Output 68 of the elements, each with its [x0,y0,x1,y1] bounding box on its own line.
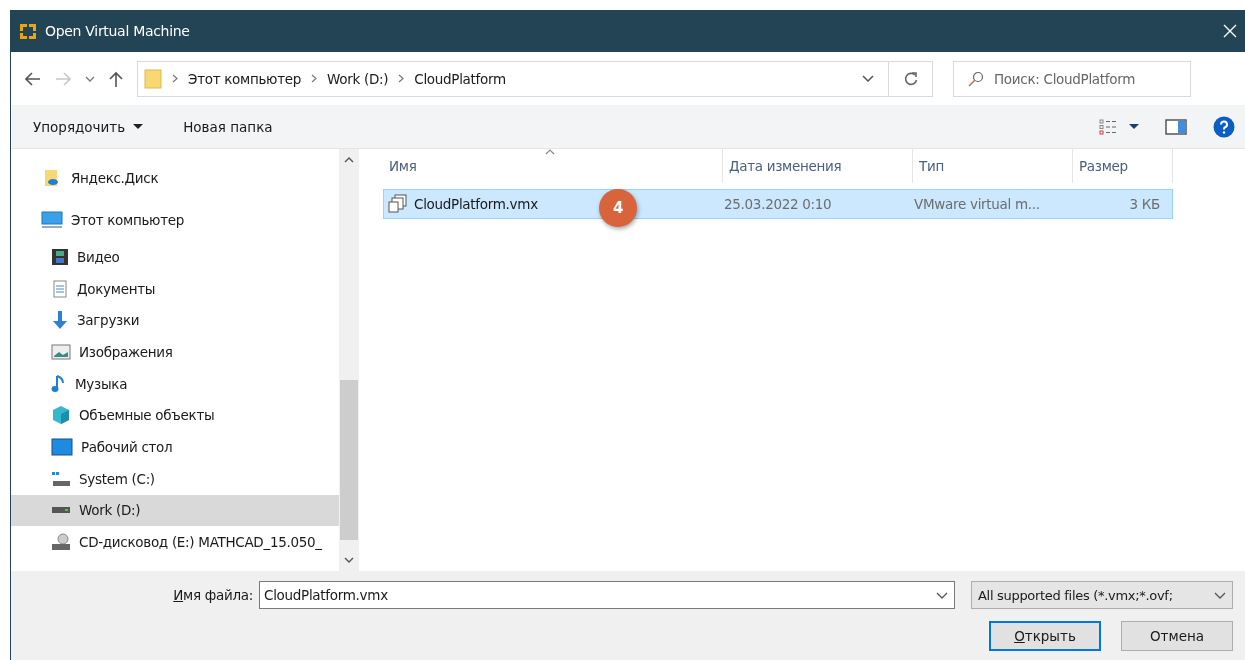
film-icon [51,247,69,266]
sidebar-item[interactable]: Изображения [11,336,339,368]
breadcrumb-item[interactable]: Этот компьютер [188,70,301,87]
close-icon[interactable] [1223,24,1237,38]
caret-icon [133,124,144,129]
breadcrumb-item[interactable]: CloudPlatform [414,70,506,87]
open-button[interactable]: Открыть [989,621,1101,651]
chevron-down-icon[interactable] [936,591,948,599]
folder-icon [144,68,162,89]
breadcrumb-item[interactable]: Work (D:) [327,70,389,87]
desktop-icon [51,437,73,456]
down-arrow-icon [51,310,69,331]
app-icon [19,22,37,40]
column-header[interactable]: Дата изменения [723,149,913,183]
music-note-icon [51,373,67,394]
back-arrow-icon[interactable] [25,71,41,86]
address-bar[interactable]: Этот компьютер Work (D:) CloudPlatform [137,60,889,97]
sidebar-item[interactable]: Документы [11,272,339,305]
sidebar-item[interactable]: Яндекс.Диск [11,157,339,199]
filename-field[interactable]: CloudPlatform.vmx [259,581,955,609]
file-name: CloudPlatform.vmx [414,196,538,212]
table-cell-text: 25.03.2022 0:10 [723,196,833,212]
search-icon [968,70,984,87]
scroll-up-icon[interactable] [344,157,354,163]
document-icon [51,279,69,298]
scrollbar[interactable] [339,149,359,571]
refresh-icon [903,71,918,86]
preview-pane-icon[interactable] [1165,118,1187,135]
chevron-right-icon [311,74,317,83]
organize-button[interactable]: Упорядочить [23,114,154,139]
sidebar-item[interactable]: Объемные объекты [11,399,339,432]
chevron-down-icon[interactable] [85,75,95,82]
table-cell-text: 3 КБ [1128,196,1160,212]
table-cell-text: VMware virtual m... [913,196,1041,212]
sidebar-item[interactable]: Work (D:) [11,494,339,527]
sidebar-item[interactable]: CD-дисковод (E:) MATHCAD_15.050_ [11,526,339,558]
help-icon[interactable] [1213,115,1235,138]
sidebar-item[interactable]: Видео [11,241,339,273]
refresh-button[interactable] [889,60,933,97]
cancel-button[interactable]: Отмена [1121,621,1233,651]
monitor-icon [41,211,63,229]
scroll-down-icon[interactable] [344,557,354,563]
chevron-right-icon [172,74,178,83]
sidebar-item[interactable]: Музыка [11,367,339,400]
vm-file-icon [388,194,408,214]
column-header[interactable]: Размер [1073,149,1173,183]
chevron-right-icon [398,74,405,83]
chevron-down-icon[interactable] [862,75,874,82]
file-type-dropdown[interactable]: All supported files (*.vmx;*.ovf; [971,581,1233,609]
filename-label: Имя файла: [173,587,253,603]
up-arrow-icon[interactable] [109,70,123,87]
sidebar-item[interactable]: Этот компьютер [11,199,339,241]
sidebar-item[interactable]: System (C:) [11,462,339,495]
search-field[interactable]: Поиск: CloudPlatform [953,60,1191,97]
cd-drive-icon [51,533,71,552]
new-folder-button[interactable]: Новая папка [173,114,283,139]
chevron-down-icon [1214,591,1226,599]
cube-icon [51,405,71,426]
column-header[interactable]: Имя [383,149,723,183]
drive-icon [51,506,71,515]
column-header[interactable]: Тип [913,149,1073,183]
sidebar-item[interactable]: Рабочий стол [11,431,339,463]
sidebar-item[interactable]: Загрузки [11,304,339,337]
drive-icon [51,470,71,487]
caret-icon[interactable] [1129,124,1139,129]
sort-icon [545,149,555,155]
image-icon [51,343,71,360]
window-title: Open Virtual Machine [45,23,190,39]
